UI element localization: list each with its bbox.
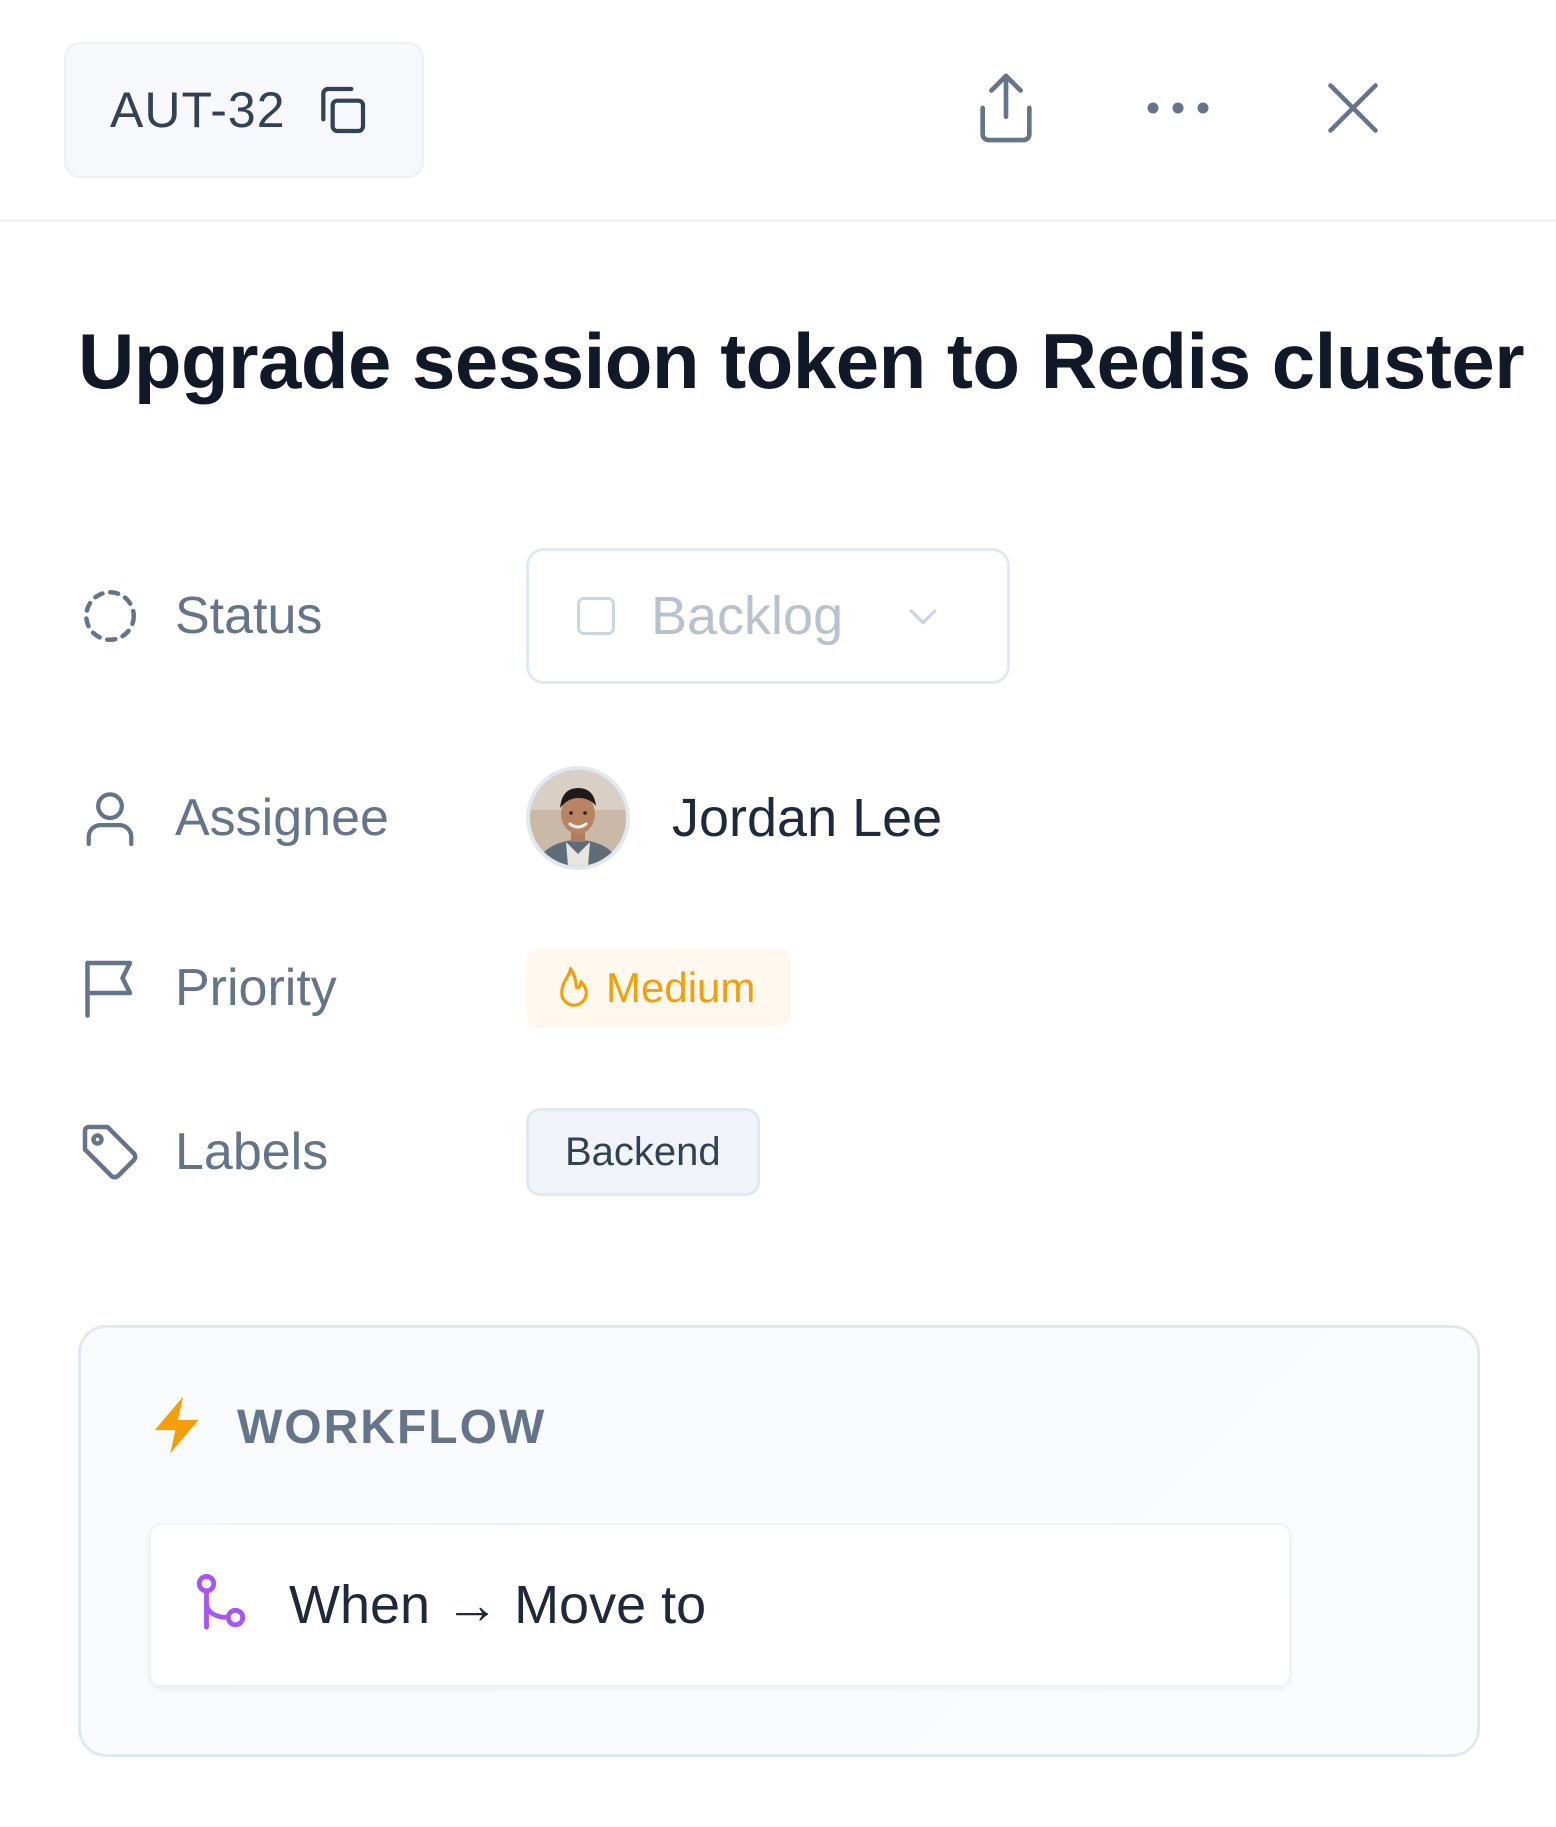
labels-row: Labels Backend: [78, 1108, 1478, 1196]
status-label: Status: [175, 587, 323, 645]
issue-id: AUT-32: [110, 82, 286, 138]
priority-pill[interactable]: Medium: [526, 948, 792, 1028]
git-branch-icon: [193, 1573, 249, 1637]
label-chip-text: Backend: [565, 1129, 721, 1174]
assignee-value[interactable]: Jordan Lee: [526, 766, 942, 870]
status-selected: Backlog: [651, 586, 844, 646]
workflow-card: WORKFLOW When → Move to: [78, 1325, 1480, 1757]
status-dashed-circle-icon: [78, 584, 142, 648]
tag-icon: [78, 1120, 142, 1184]
assignee-row: Assignee Jordan Lee: [78, 762, 1478, 874]
user-icon: [78, 786, 142, 850]
priority-label: Priority: [175, 959, 337, 1017]
issue-id-chip[interactable]: AUT-32: [64, 42, 424, 178]
close-button[interactable]: [1305, 62, 1401, 158]
chevron-down-icon: [903, 596, 943, 636]
workflow-rule-text: When → Move to: [289, 1575, 707, 1635]
lightning-icon: [149, 1394, 207, 1461]
priority-row: Priority Medium: [78, 948, 1478, 1028]
share-icon: [971, 69, 1041, 152]
panel-header: AUT-32: [0, 0, 1556, 222]
status-box-icon: [577, 597, 615, 635]
assignee-label: Assignee: [175, 789, 389, 847]
issue-title[interactable]: Upgrade session token to Redis cluster: [78, 316, 1525, 407]
priority-value[interactable]: Medium: [526, 948, 792, 1028]
workflow-header: WORKFLOW: [149, 1394, 546, 1461]
label-chip-backend[interactable]: Backend: [526, 1108, 760, 1196]
priority-text: Medium: [606, 964, 756, 1011]
avatar: [526, 766, 630, 870]
assignee-name: Jordan Lee: [672, 788, 943, 848]
copy-icon[interactable]: [314, 82, 370, 138]
workflow-rule[interactable]: When → Move to: [149, 1523, 1291, 1687]
workflow-title: WORKFLOW: [237, 1401, 547, 1454]
close-icon: [1323, 78, 1383, 143]
flag-icon: [78, 956, 142, 1020]
status-value: Backlog: [526, 548, 1010, 684]
status-select[interactable]: Backlog: [526, 548, 1010, 684]
labels-value: Backend: [526, 1108, 760, 1196]
share-button[interactable]: [958, 62, 1054, 158]
more-icon: [1145, 100, 1211, 121]
flame-icon: [556, 965, 592, 1012]
status-row: Status Backlog: [78, 548, 1478, 684]
more-options-button[interactable]: [1130, 62, 1226, 158]
labels-label: Labels: [175, 1123, 329, 1181]
